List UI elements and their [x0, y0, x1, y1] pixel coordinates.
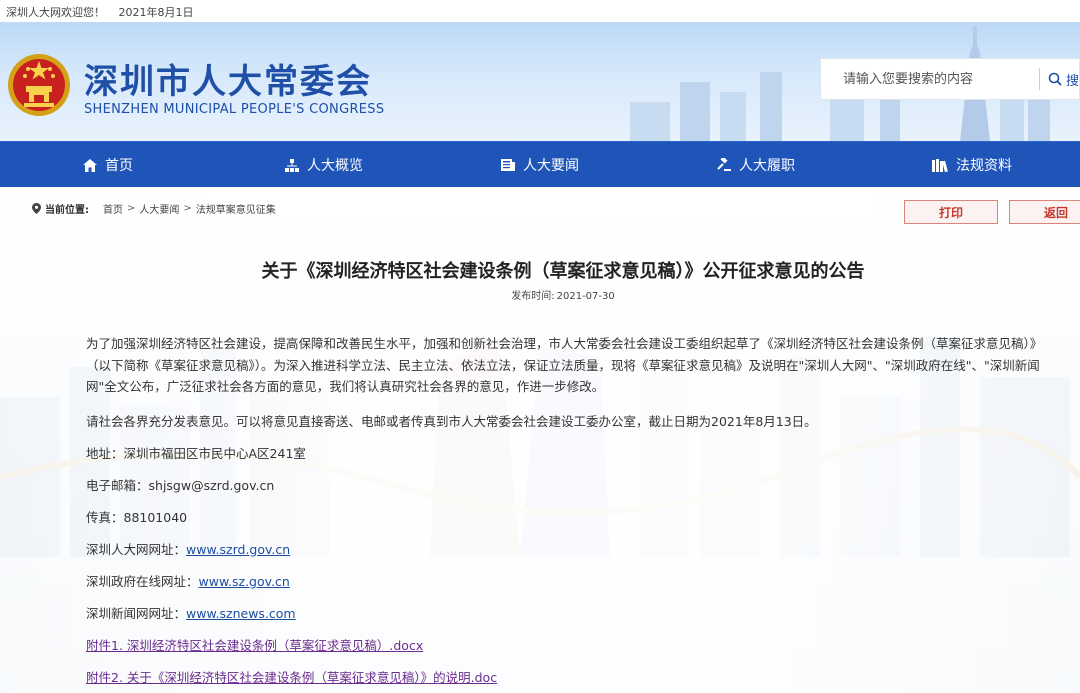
- publish-date: 2021-07-30: [556, 291, 615, 302]
- publish-time: 发布时间: 2021-07-30: [0, 287, 1080, 302]
- search-button-label: 搜: [1065, 73, 1079, 89]
- back-button[interactable]: 返回: [1009, 200, 1080, 224]
- article-paragraph-1: 为了加强深圳经济特区社会建设，提高保障和改善民生水平，加强和创新社会治理，市人大…: [86, 336, 1043, 394]
- contact-address: 地址：深圳市福田区市民中心A区241室: [86, 446, 306, 461]
- national-emblem-icon: [8, 54, 70, 116]
- nav-item-label: 法规资料: [956, 158, 1012, 174]
- gavel-icon: [717, 158, 731, 171]
- article-content-area: 当前位置: 首页 > 人大要闻 > 法规草案意见征集 打印 返回 关于《深圳经济…: [0, 187, 1080, 693]
- email-label: 电子邮箱：: [86, 478, 149, 493]
- szrd-website-label: 深圳人大网网址：: [86, 542, 187, 557]
- sz-website-line: 深圳政府在线网址：www.sz.gov.cn: [86, 571, 290, 590]
- nav-item-label: 首页: [105, 158, 133, 174]
- site-subtitle: SHENZHEN MUNICIPAL PEOPLE'S CONGRESS: [84, 102, 385, 117]
- books-icon: [932, 158, 948, 172]
- search-icon: [1048, 72, 1062, 86]
- szrd-website-line: 深圳人大网网址：www.szrd.gov.cn: [86, 539, 290, 558]
- current-date: 2021年8月1日: [118, 6, 194, 19]
- welcome-text: 深圳人大网欢迎您！: [6, 6, 105, 19]
- print-button[interactable]: 打印: [904, 200, 998, 224]
- breadcrumb-current[interactable]: 法规草案意见征集: [196, 201, 276, 216]
- news-icon: [501, 159, 515, 171]
- nav-item-label: 人大要闻: [523, 158, 579, 174]
- nav-item-regulations[interactable]: 法规资料: [864, 142, 1080, 188]
- sznews-website-link[interactable]: www.sznews.com: [186, 606, 296, 621]
- breadcrumb-news[interactable]: 人大要闻: [139, 201, 179, 216]
- nav-item-news[interactable]: 人大要闻: [432, 142, 648, 188]
- breadcrumb-home[interactable]: 首页: [103, 201, 123, 216]
- breadcrumb: 当前位置: 首页 > 人大要闻 > 法规草案意见征集: [32, 201, 276, 216]
- sz-website-link[interactable]: www.sz.gov.cn: [199, 574, 290, 589]
- publish-time-label: 发布时间:: [511, 291, 555, 302]
- nav-item-home[interactable]: 首页: [0, 142, 216, 188]
- search-box: 搜: [820, 58, 1080, 100]
- search-button[interactable]: 搜: [1040, 70, 1079, 89]
- search-input[interactable]: [821, 61, 1039, 97]
- location-pin-icon: [32, 203, 41, 214]
- breadcrumb-separator: >: [183, 203, 192, 214]
- top-welcome-bar: 深圳人大网欢迎您！ 2021年8月1日: [0, 0, 1080, 22]
- article-title: 关于《深圳经济特区社会建设条例（草案征求意见稿）》公开征求意见的公告: [261, 261, 865, 282]
- nav-item-overview[interactable]: 人大概览: [216, 142, 432, 188]
- sz-website-label: 深圳政府在线网址：: [86, 574, 199, 589]
- nav-item-label: 人大履职: [739, 158, 795, 174]
- breadcrumb-separator: >: [127, 203, 136, 214]
- sznews-website-label: 深圳新闻网网址：: [86, 606, 187, 621]
- article-paragraph-2: 请社会各界充分发表意见。可以将意见直接寄送、电邮或者传真到市人大常委会社会建设工…: [86, 414, 817, 429]
- main-nav: 首页 人大概览 人大要闻 人大履职 法规资料: [0, 141, 1080, 187]
- breadcrumb-label: 当前位置:: [45, 205, 89, 216]
- nav-item-duties[interactable]: 人大履职: [648, 142, 864, 188]
- nav-item-label: 人大概览: [307, 158, 363, 174]
- contact-email: 电子邮箱：shjsgw@szrd.gov.cn: [86, 475, 274, 494]
- site-title: 深圳市人大常委会: [84, 62, 372, 102]
- attachment-2-link[interactable]: 附件2. 关于《深圳经济特区社会建设条例（草案征求意见稿）》的说明.doc: [86, 667, 497, 686]
- sznews-website-line: 深圳新闻网网址：www.sznews.com: [86, 603, 296, 622]
- site-header: 深圳市人大常委会 SHENZHEN MUNICIPAL PEOPLE'S CON…: [0, 22, 1080, 141]
- contact-fax: 传真：88101040: [86, 510, 188, 525]
- email-value: shjsgw@szrd.gov.cn: [148, 478, 275, 493]
- home-icon: [83, 158, 97, 172]
- szrd-website-link[interactable]: www.szrd.gov.cn: [186, 542, 290, 557]
- attachment-1-link[interactable]: 附件1. 深圳经济特区社会建设条例（草案征求意见稿）.docx: [86, 635, 423, 654]
- org-chart-icon: [285, 158, 299, 172]
